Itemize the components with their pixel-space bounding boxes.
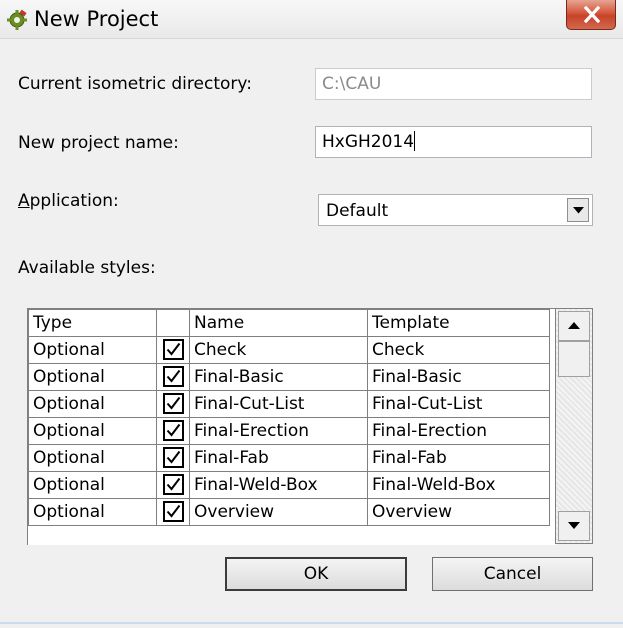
column-header-check[interactable] — [156, 309, 190, 337]
project-name-value: HxGH2014 — [322, 132, 415, 152]
style-checkbox[interactable] — [162, 393, 184, 414]
style-checkbox[interactable] — [162, 447, 184, 468]
name-cell: Final-Weld-Box — [189, 471, 368, 499]
table-row[interactable]: Optional Final-Erection Final-Erection — [28, 417, 550, 445]
gear-plug-icon — [7, 9, 27, 30]
column-header-template[interactable]: Template — [367, 309, 550, 337]
chevron-up-icon — [568, 322, 580, 329]
checkmark-icon — [166, 477, 180, 491]
type-cell: Optional — [28, 417, 157, 445]
column-header-name[interactable]: Name — [189, 309, 368, 337]
scroll-down-button[interactable] — [558, 511, 590, 541]
table-row[interactable]: Optional Check Check — [28, 336, 550, 364]
bottom-border — [0, 622, 623, 624]
column-header-type[interactable]: Type — [28, 309, 157, 337]
style-checkbox[interactable] — [162, 366, 184, 387]
application-label-text: pplication: — [29, 191, 119, 211]
type-cell: Optional — [28, 363, 157, 391]
name-cell: Final-Cut-List — [189, 390, 368, 418]
table-row[interactable]: Optional Final-Fab Final-Fab — [28, 444, 550, 472]
checkmark-icon — [166, 342, 180, 356]
project-name-label: New project name: — [18, 133, 179, 153]
close-icon — [583, 6, 601, 23]
checkmark-icon — [166, 423, 180, 437]
table-row[interactable]: Optional Final-Basic Final-Basic — [28, 363, 550, 391]
table-row[interactable]: Optional Overview Overview — [28, 498, 550, 526]
template-cell: Final-Weld-Box — [367, 471, 550, 499]
styles-table[interactable]: Type Name Template Optional Check Check … — [27, 308, 556, 545]
style-checkbox[interactable] — [162, 501, 184, 522]
ok-button[interactable]: OK — [225, 557, 407, 591]
cancel-button[interactable]: Cancel — [432, 557, 593, 591]
title-bar: New Project — [0, 0, 623, 39]
styles-label: Available styles: — [18, 258, 156, 278]
application-mnemonic: A — [18, 191, 30, 211]
window-title: New Project — [34, 7, 159, 31]
template-cell: Overview — [367, 498, 550, 526]
table-row[interactable]: Optional Final-Cut-List Final-Cut-List — [28, 390, 550, 418]
table-scrollbar[interactable] — [555, 308, 593, 544]
text-caret — [414, 131, 416, 151]
name-cell: Check — [189, 336, 368, 364]
template-cell: Final-Fab — [367, 444, 550, 472]
checkmark-icon — [166, 369, 180, 383]
style-checkbox[interactable] — [162, 474, 184, 495]
chevron-down-icon — [568, 522, 580, 529]
style-checkbox[interactable] — [162, 339, 184, 360]
checkmark-icon — [166, 396, 180, 410]
type-cell: Optional — [28, 336, 157, 364]
checkmark-icon — [166, 504, 180, 518]
type-cell: Optional — [28, 498, 157, 526]
scroll-up-button[interactable] — [558, 311, 590, 341]
name-cell: Overview — [189, 498, 368, 526]
project-name-input[interactable]: HxGH2014 — [315, 126, 592, 158]
template-cell: Final-Basic — [367, 363, 550, 391]
application-label: Application: — [18, 190, 119, 212]
type-cell: Optional — [28, 471, 157, 499]
chevron-down-icon — [573, 207, 584, 214]
application-value: Default — [326, 201, 389, 221]
name-cell: Final-Erection — [189, 417, 368, 445]
application-select[interactable]: Default — [318, 194, 593, 226]
close-button[interactable] — [566, 0, 616, 30]
name-cell: Final-Fab — [189, 444, 368, 472]
style-checkbox[interactable] — [162, 420, 184, 441]
iso-dir-field[interactable]: C:\CAU — [315, 68, 592, 100]
iso-dir-label: Current isometric directory: — [18, 74, 252, 94]
scroll-thumb[interactable] — [558, 341, 590, 377]
template-cell: Final-Erection — [367, 417, 550, 445]
table-row[interactable]: Optional Final-Weld-Box Final-Weld-Box — [28, 471, 550, 499]
checkmark-icon — [166, 450, 180, 464]
table-header-row: Type Name Template — [28, 309, 550, 337]
dropdown-button[interactable] — [567, 198, 589, 222]
type-cell: Optional — [28, 444, 157, 472]
type-cell: Optional — [28, 390, 157, 418]
template-cell: Check — [367, 336, 550, 364]
name-cell: Final-Basic — [189, 363, 368, 391]
template-cell: Final-Cut-List — [367, 390, 550, 418]
